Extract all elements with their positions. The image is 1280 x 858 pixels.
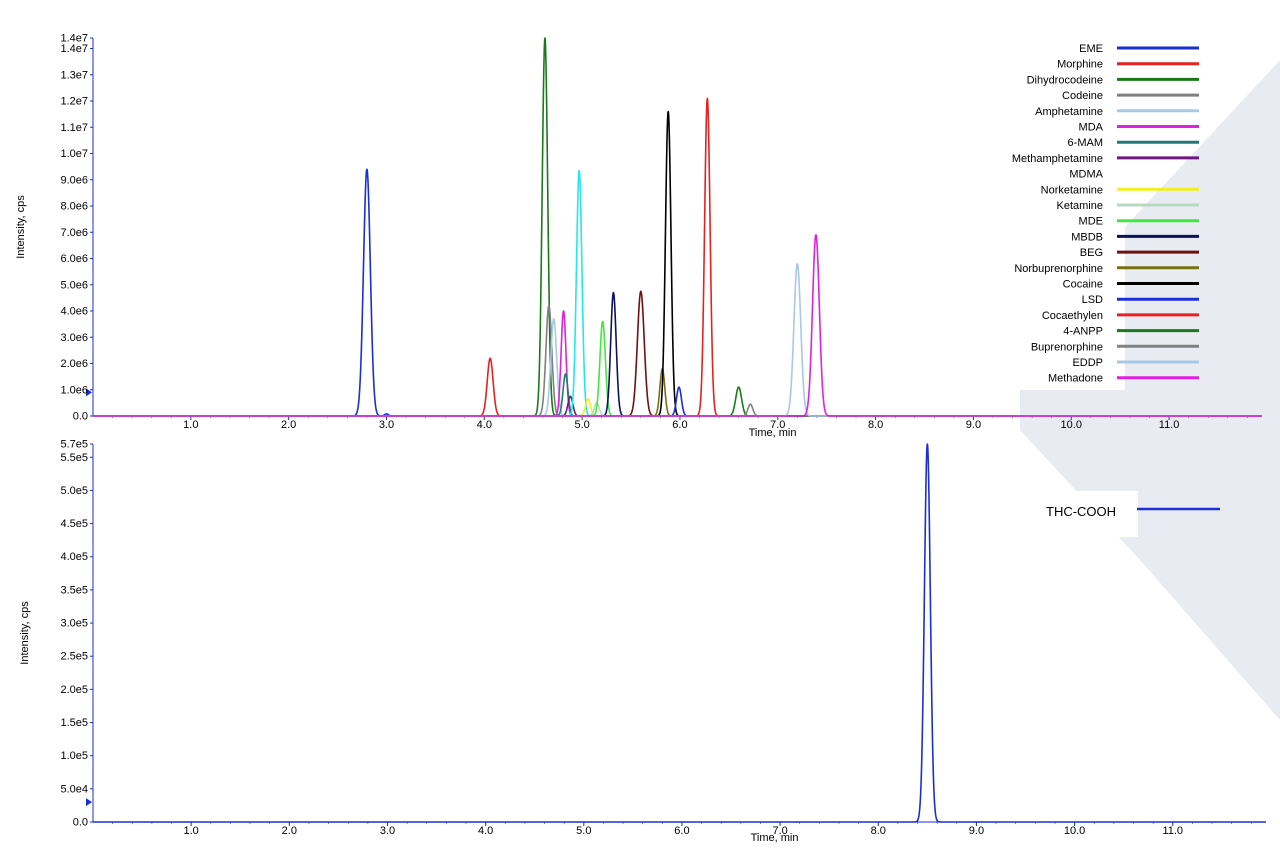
x-tick-label: 2.0 bbox=[281, 419, 296, 431]
y-tick-label: 1.2e7 bbox=[60, 96, 88, 108]
y-axis-label: Intensity, cps bbox=[15, 195, 27, 259]
legend-entry-label: Norbuprenorphine bbox=[1014, 263, 1103, 275]
x-tick-label: 9.0 bbox=[966, 419, 981, 431]
y-tick-label: 6.0e6 bbox=[60, 253, 88, 265]
legend-entry-label: Codeine bbox=[1062, 90, 1103, 102]
x-tick-label: 3.0 bbox=[379, 419, 394, 431]
x-tick-label: 8.0 bbox=[868, 419, 883, 431]
y-tick-label: 5.0e4 bbox=[60, 783, 88, 795]
legend-entry-label: 6-MAM bbox=[1068, 137, 1103, 149]
x-axis-label: Time, min bbox=[749, 427, 797, 439]
legend-entry-label: MDA bbox=[1079, 122, 1104, 134]
y-tick-label: 2.0e6 bbox=[60, 358, 88, 370]
x-tick-label: 6.0 bbox=[672, 419, 687, 431]
legend-entry-label: Methamphetamine bbox=[1012, 153, 1103, 165]
legend-entry-label: Methadone bbox=[1048, 373, 1103, 385]
y-tick-label: 2.0e5 bbox=[60, 684, 88, 696]
y-tick-label: 0.0 bbox=[73, 411, 88, 423]
y-tick-label: 3.5e5 bbox=[60, 584, 88, 596]
y-tick-label: 5.5e5 bbox=[60, 452, 88, 464]
x-tick-label: 1.0 bbox=[184, 825, 199, 837]
y-tick-label: 1.1e7 bbox=[60, 122, 88, 134]
legend-entry-label: EDDP bbox=[1072, 357, 1103, 369]
legend-entry-label: Amphetamine bbox=[1035, 106, 1103, 118]
y-tick-label: 3.0e5 bbox=[60, 618, 88, 630]
y-tick-label: 8.0e6 bbox=[60, 201, 88, 213]
legend-entry-label: Cocaethylen bbox=[1042, 310, 1103, 322]
chart-bottom-chromatogram: 1.0 2.0 3.0 4.0 5.0 6.0 7.0 8.0 9.0 10.0 11.00.05.… bbox=[19, 439, 1266, 844]
legend-entry-label: MDE bbox=[1079, 216, 1103, 228]
legend-entry-label: Morphine bbox=[1057, 59, 1103, 71]
y-tick-label: 4.0e5 bbox=[60, 551, 88, 563]
x-tick-label: 10.0 bbox=[1061, 419, 1082, 431]
x-tick-label: 11.0 bbox=[1159, 419, 1180, 431]
legend-entry-label: THC-COOH bbox=[1046, 504, 1116, 519]
legend-entry-label: EME bbox=[1079, 43, 1103, 55]
x-tick-label: 4.0 bbox=[477, 419, 492, 431]
x-tick-label: 4.0 bbox=[478, 825, 493, 837]
y-tick-label: 1.3e7 bbox=[60, 69, 88, 81]
y-tick-label: 1.0e6 bbox=[60, 384, 88, 396]
x-tick-label: 3.0 bbox=[380, 825, 395, 837]
y-tick-label: 5.0e5 bbox=[60, 485, 88, 497]
y-tick-label: 9.0e6 bbox=[60, 174, 88, 186]
legend-entry-label: Buprenorphine bbox=[1031, 341, 1103, 353]
x-tick-label: 8.0 bbox=[871, 825, 886, 837]
y-tick-label: 1.0e5 bbox=[60, 750, 88, 762]
x-tick-label: 6.0 bbox=[674, 825, 689, 837]
x-tick-label: 11.0 bbox=[1162, 825, 1183, 837]
y-tick-label: 2.5e5 bbox=[60, 651, 88, 663]
y-tick-label: 1.4e7 bbox=[60, 43, 88, 55]
y-tick-label: 1.0e7 bbox=[60, 148, 88, 160]
legend-entry-label: BEG bbox=[1080, 247, 1103, 259]
legend-entry-label: Dihydrocodeine bbox=[1027, 74, 1103, 86]
y-tick-label: 4.5e5 bbox=[60, 518, 88, 530]
y-tick-label: 5.7e5 bbox=[60, 439, 88, 451]
legend-entry-label: 4-ANPP bbox=[1063, 326, 1103, 338]
legend-entry-label: MBDB bbox=[1071, 231, 1103, 243]
x-tick-label: 5.0 bbox=[576, 825, 591, 837]
y-tick-label: 5.0e6 bbox=[60, 279, 88, 291]
chart-top-chromatogram: 1.0 2.0 3.0 4.0 5.0 6.0 7.0 8.0 9.0 10.0 11.00.01.… bbox=[15, 33, 1262, 439]
x-tick-label: 1.0 bbox=[183, 419, 198, 431]
legend-entry-label: Ketamine bbox=[1057, 200, 1103, 212]
legend-entry-label: Cocaine bbox=[1063, 279, 1103, 291]
threshold-marker-icon bbox=[86, 798, 92, 807]
x-tick-label: 9.0 bbox=[969, 825, 984, 837]
x-tick-label: 10.0 bbox=[1064, 825, 1085, 837]
y-tick-label: 3.0e6 bbox=[60, 332, 88, 344]
y-axis-label: Intensity, cps bbox=[19, 601, 31, 665]
legend-entry-label: Norketamine bbox=[1041, 184, 1103, 196]
chromatogram-figure: 1.0 2.0 3.0 4.0 5.0 6.0 7.0 8.0 9.0 10.0 11.00.01.… bbox=[15, 33, 1280, 844]
y-tick-label: 4.0e6 bbox=[60, 306, 88, 318]
y-tick-label: 1.4e7 bbox=[60, 33, 88, 45]
x-tick-label: 2.0 bbox=[282, 825, 297, 837]
legend-entry-label: MDMA bbox=[1069, 169, 1103, 181]
y-tick-label: 7.0e6 bbox=[60, 227, 88, 239]
y-tick-label: 1.5e5 bbox=[60, 717, 88, 729]
x-axis-label: Time, min bbox=[751, 832, 799, 844]
y-tick-label: 0.0 bbox=[73, 817, 88, 829]
x-tick-label: 5.0 bbox=[574, 419, 589, 431]
legend-entry-label: LSD bbox=[1082, 294, 1103, 306]
